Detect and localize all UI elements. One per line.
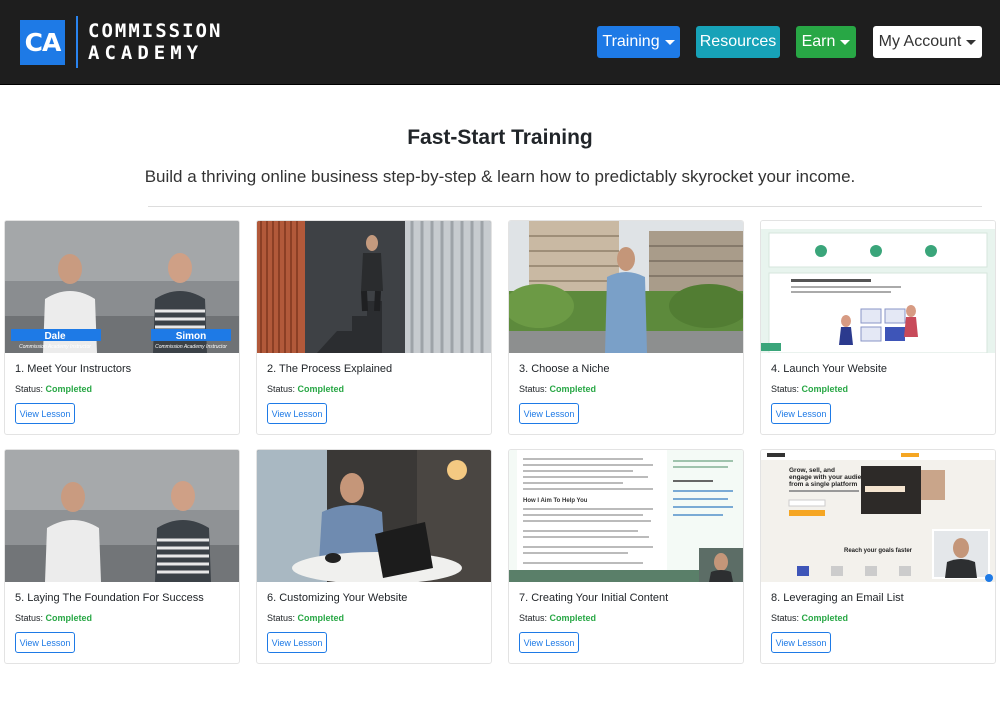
view-lesson-button[interactable]: View Lesson: [15, 632, 75, 653]
instructor-caption-dale: Dale: [44, 331, 66, 342]
view-lesson-button[interactable]: View Lesson: [519, 403, 579, 424]
instructor-caption-simon: Simon: [176, 331, 207, 342]
logo-line-2: ACADEMY: [88, 42, 204, 64]
lesson-status: Status: Completed: [519, 384, 596, 394]
lesson-thumbnail[interactable]: [257, 450, 491, 582]
lesson-card-7: How I Aim To Help You 7. Creating Your I…: [508, 449, 744, 664]
navbar: CA COMMISSION ACADEMY Training Resources…: [0, 0, 1000, 85]
resources-label: Resources: [699, 33, 777, 50]
lesson-title: 6. Customizing Your Website: [267, 592, 408, 604]
lesson-status: Status: Completed: [15, 613, 92, 623]
lesson-title: 1. Meet Your Instructors: [15, 363, 132, 375]
my-account-label: My Account: [878, 33, 962, 50]
lesson-title: 3. Choose a Niche: [519, 363, 610, 375]
lesson-thumbnail[interactable]: [761, 221, 995, 353]
thumb-section-heading: Reach your goals faster: [844, 548, 913, 554]
my-account-dropdown-button[interactable]: My Account: [873, 26, 982, 58]
lesson-title: 2. The Process Explained: [267, 363, 393, 375]
view-lesson-button[interactable]: View Lesson: [771, 632, 831, 653]
resources-button[interactable]: Resources: [696, 26, 780, 58]
status-label: Status:: [771, 613, 800, 623]
lesson-thumbnail[interactable]: How I Aim To Help You: [509, 450, 743, 582]
status-value: Completed: [549, 384, 597, 394]
logo-divider: [76, 16, 78, 68]
page-subtitle: Build a thriving online business step-by…: [144, 167, 856, 186]
view-lesson-button[interactable]: View Lesson: [771, 403, 831, 424]
lesson-thumbnail[interactable]: [5, 450, 239, 582]
lesson-thumbnail[interactable]: [257, 221, 491, 353]
view-lesson-button[interactable]: View Lesson: [519, 632, 579, 653]
lesson-status: Status: Completed: [519, 613, 596, 623]
status-label: Status:: [519, 613, 548, 623]
lesson-card-1: Dale Simon Commission Academy Instructor…: [4, 220, 240, 435]
status-label: Status:: [771, 384, 800, 394]
status-value: Completed: [45, 384, 93, 394]
view-lesson-button[interactable]: View Lesson: [267, 632, 327, 653]
lesson-status: Status: Completed: [267, 384, 344, 394]
lesson-card-4: 4. Launch Your Website Status: Completed…: [760, 220, 996, 435]
section-divider: [148, 206, 982, 207]
status-label: Status:: [267, 613, 296, 623]
lesson-status: Status: Completed: [15, 384, 92, 394]
status-value: Completed: [801, 613, 849, 623]
status-label: Status:: [15, 613, 44, 623]
logo-line-1: COMMISSION: [88, 20, 223, 42]
chevron-down-icon: [840, 40, 851, 45]
lesson-title: 4. Launch Your Website: [771, 363, 887, 375]
lesson-card-3: 3. Choose a Niche Status: Completed View…: [508, 220, 744, 435]
lesson-thumbnail[interactable]: Dale Simon Commission Academy Instructor…: [5, 221, 239, 353]
lesson-thumbnail[interactable]: [509, 221, 743, 353]
lesson-card-5: 5. Laying The Foundation For Success Sta…: [4, 449, 240, 664]
status-label: Status:: [519, 384, 548, 394]
status-value: Completed: [297, 613, 345, 623]
lesson-card-6: 6. Customizing Your Website Status: Comp…: [256, 449, 492, 664]
page-title: Fast-Start Training: [407, 126, 593, 149]
training-label: Training: [602, 33, 660, 50]
lesson-title: 5. Laying The Foundation For Success: [15, 592, 204, 604]
status-value: Completed: [801, 384, 849, 394]
status-label: Status:: [15, 384, 44, 394]
view-lesson-button[interactable]: View Lesson: [267, 403, 327, 424]
logo-wordmark: COMMISSION ACADEMY: [88, 20, 222, 64]
thumb-article-heading: How I Aim To Help You: [523, 498, 588, 504]
lesson-card-8: Grow, sell, and engage with your audience…: [760, 449, 996, 664]
lesson-title: 8. Leveraging an Email List: [771, 592, 904, 604]
chevron-down-icon: [966, 40, 977, 45]
lesson-status: Status: Completed: [267, 613, 344, 623]
earn-dropdown-button[interactable]: Earn: [796, 26, 856, 58]
instructor-subcaption-simon: Commission Academy Instructor: [155, 344, 227, 350]
training-dropdown-button[interactable]: Training: [597, 26, 680, 58]
lesson-status: Status: Completed: [771, 613, 848, 623]
lesson-title: 7. Creating Your Initial Content: [519, 592, 669, 604]
status-value: Completed: [549, 613, 597, 623]
instructor-subcaption-dale: Commission Academy Instructor: [19, 344, 91, 350]
brand-logo[interactable]: CA COMMISSION ACADEMY: [20, 16, 222, 68]
lesson-status: Status: Completed: [771, 384, 848, 394]
earn-label: Earn: [801, 33, 836, 50]
view-lesson-button[interactable]: View Lesson: [15, 403, 75, 424]
lesson-thumbnail[interactable]: Grow, sell, and engage with your audience…: [761, 450, 995, 582]
logo-mark: CA: [20, 19, 65, 65]
lesson-card-2: 2. The Process Explained Status: Complet…: [256, 220, 492, 435]
chevron-down-icon: [664, 40, 675, 45]
status-value: Completed: [45, 613, 93, 623]
status-value: Completed: [297, 384, 345, 394]
status-label: Status:: [267, 384, 296, 394]
